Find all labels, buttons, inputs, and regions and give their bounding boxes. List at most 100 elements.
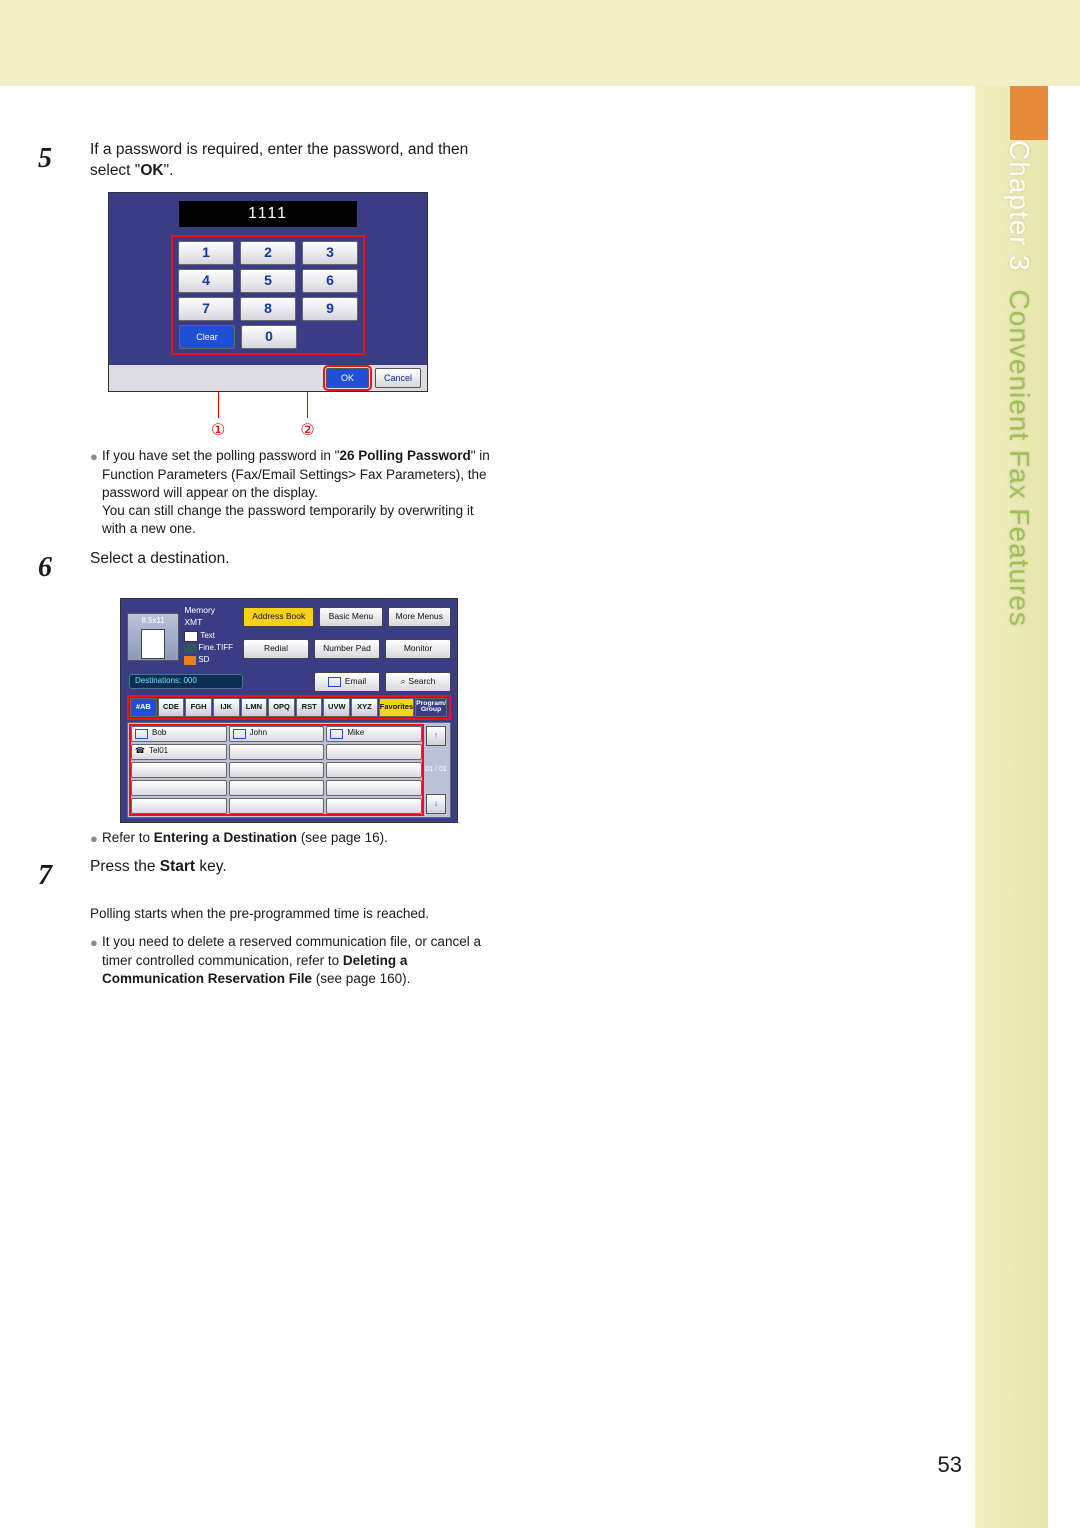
step-7-para: Polling starts when the pre-programmed t… — [90, 905, 520, 923]
step-7-text: Press the Start key. — [90, 857, 520, 878]
step-7: 7 Press the Start key. — [0, 857, 520, 895]
mail-icon — [330, 729, 343, 739]
step-6-note: ● Refer to Entering a Destination (see p… — [90, 829, 520, 848]
scroll-up-button[interactable]: ↑ — [426, 726, 446, 746]
mail-icon — [233, 729, 246, 739]
key-0[interactable]: 0 — [241, 325, 297, 349]
dest-empty[interactable] — [326, 780, 422, 796]
monitor-button[interactable]: Monitor — [385, 639, 451, 659]
callout-1: ① — [211, 392, 225, 442]
tab-ijk[interactable]: IJK — [213, 698, 240, 717]
fax-icon: ☎ — [135, 746, 145, 757]
email-button[interactable]: Email — [314, 672, 380, 692]
key-clear[interactable]: Clear — [179, 325, 235, 349]
dest-empty[interactable] — [229, 762, 325, 778]
step-5-note: ● If you have set the polling password i… — [90, 447, 520, 538]
tab-lmn[interactable]: LMN — [241, 698, 268, 717]
document-icon — [141, 629, 165, 659]
step-6-text: Select a destination. — [90, 549, 520, 570]
dest-empty[interactable] — [229, 744, 325, 760]
dest-empty[interactable] — [131, 780, 227, 796]
tab-ab[interactable]: #AB — [130, 698, 157, 717]
password-display: 1111 — [179, 201, 357, 227]
destination-screen: 8.5x11 Memory XMT Address Book Basic Men… — [120, 598, 458, 823]
mail-icon — [328, 677, 341, 687]
key-1[interactable]: 1 — [178, 241, 234, 265]
bullet-icon: ● — [90, 829, 102, 848]
key-3[interactable]: 3 — [302, 241, 358, 265]
keypad-bottom-bar: OK Cancel — [109, 365, 427, 391]
figure-keypad: 1111 1 2 3 4 5 6 7 8 9 — [108, 192, 443, 442]
destination-list: Bob John Mike ☎Tel01 — [127, 722, 451, 818]
tab-favorites[interactable]: Favorites — [379, 698, 414, 717]
page-number: 53 — [938, 1450, 962, 1480]
key-7[interactable]: 7 — [178, 297, 234, 321]
key-2[interactable]: 2 — [240, 241, 296, 265]
scroll-position: 01 / 01 — [425, 766, 446, 773]
chapter-prefix: Chapter — [1004, 140, 1035, 247]
tab-program-group[interactable]: Program/ Group — [415, 698, 447, 717]
sd-icon — [184, 656, 196, 665]
bullet-icon: ● — [90, 933, 102, 952]
key-9[interactable]: 9 — [302, 297, 358, 321]
keypad-ok-button[interactable]: OK — [326, 368, 369, 388]
tab-opq[interactable]: OPQ — [268, 698, 295, 717]
content-column: 5 If a password is required, enter the p… — [0, 140, 520, 1528]
figure-destination: 8.5x11 Memory XMT Address Book Basic Men… — [120, 598, 430, 823]
chapter-title: Convenient Fax Features — [1004, 290, 1035, 627]
chapter-tab-chip — [1010, 86, 1048, 140]
redial-button[interactable]: Redial — [243, 639, 309, 659]
dest-empty[interactable] — [326, 798, 422, 814]
chapter-heading: Chapter 3 Convenient Fax Features — [1000, 140, 1038, 627]
key-6[interactable]: 6 — [302, 269, 358, 293]
mail-icon — [135, 729, 148, 739]
resolution-icon — [184, 644, 196, 653]
tab-fgh[interactable]: FGH — [185, 698, 212, 717]
dest-empty[interactable] — [131, 798, 227, 814]
tab-xyz[interactable]: XYZ — [351, 698, 378, 717]
alpha-tabs: #AB CDE FGH IJK LMN OPQ RST UVW XYZ Favo… — [127, 695, 451, 720]
destinations-count: Destinations: 000 — [129, 674, 243, 689]
dest-entry[interactable]: Mike — [326, 726, 422, 742]
search-button[interactable]: ⌕Search — [385, 672, 451, 692]
original-size-panel: 8.5x11 — [127, 613, 179, 661]
scroll-down-button[interactable]: ↓ — [426, 794, 446, 814]
tab-rst[interactable]: RST — [296, 698, 323, 717]
tab-cde[interactable]: CDE — [158, 698, 185, 717]
dest-empty[interactable] — [229, 798, 325, 814]
bullet-icon: ● — [90, 447, 102, 466]
manual-page: Chapter 3 Convenient Fax Features 5 If a… — [0, 0, 1080, 1528]
chapter-number: 3 — [1004, 255, 1035, 272]
dest-empty[interactable] — [229, 780, 325, 796]
keypad-grid: 1 2 3 4 5 6 7 8 9 Clear — [171, 235, 365, 355]
scan-settings: Text Fine.TIFF SD — [184, 631, 233, 666]
tab-uvw[interactable]: UVW — [323, 698, 350, 717]
key-4[interactable]: 4 — [178, 269, 234, 293]
step-number: 7 — [0, 857, 90, 895]
key-8[interactable]: 8 — [240, 297, 296, 321]
scroll-controls: ↑ 01 / 01 ↓ — [425, 726, 447, 814]
step-5-text: If a password is required, enter the pas… — [90, 140, 520, 182]
address-book-button[interactable]: Address Book — [243, 607, 314, 627]
step-number: 5 — [0, 140, 90, 178]
dest-entry[interactable]: Bob — [131, 726, 227, 742]
dest-entry[interactable]: John — [229, 726, 325, 742]
step-5: 5 If a password is required, enter the p… — [0, 140, 520, 182]
step-number: 6 — [0, 549, 90, 587]
number-pad-button[interactable]: Number Pad — [314, 639, 380, 659]
keypad-callouts: ① ② — [108, 392, 428, 442]
dest-empty[interactable] — [326, 744, 422, 760]
mode-label: Memory XMT — [184, 605, 233, 628]
keypad-cancel-button[interactable]: Cancel — [375, 368, 421, 388]
key-5[interactable]: 5 — [240, 269, 296, 293]
dest-empty[interactable] — [326, 762, 422, 778]
text-mode-icon — [184, 631, 198, 642]
dest-entry[interactable]: ☎Tel01 — [131, 744, 227, 760]
step-7-note: ● It you need to delete a reserved commu… — [90, 933, 520, 988]
more-menus-button[interactable]: More Menus — [388, 607, 451, 627]
top-band — [0, 0, 1080, 86]
dest-empty[interactable] — [131, 762, 227, 778]
basic-menu-button[interactable]: Basic Menu — [319, 607, 382, 627]
callout-2: ② — [300, 392, 314, 442]
step-6: 6 Select a destination. — [0, 549, 520, 587]
